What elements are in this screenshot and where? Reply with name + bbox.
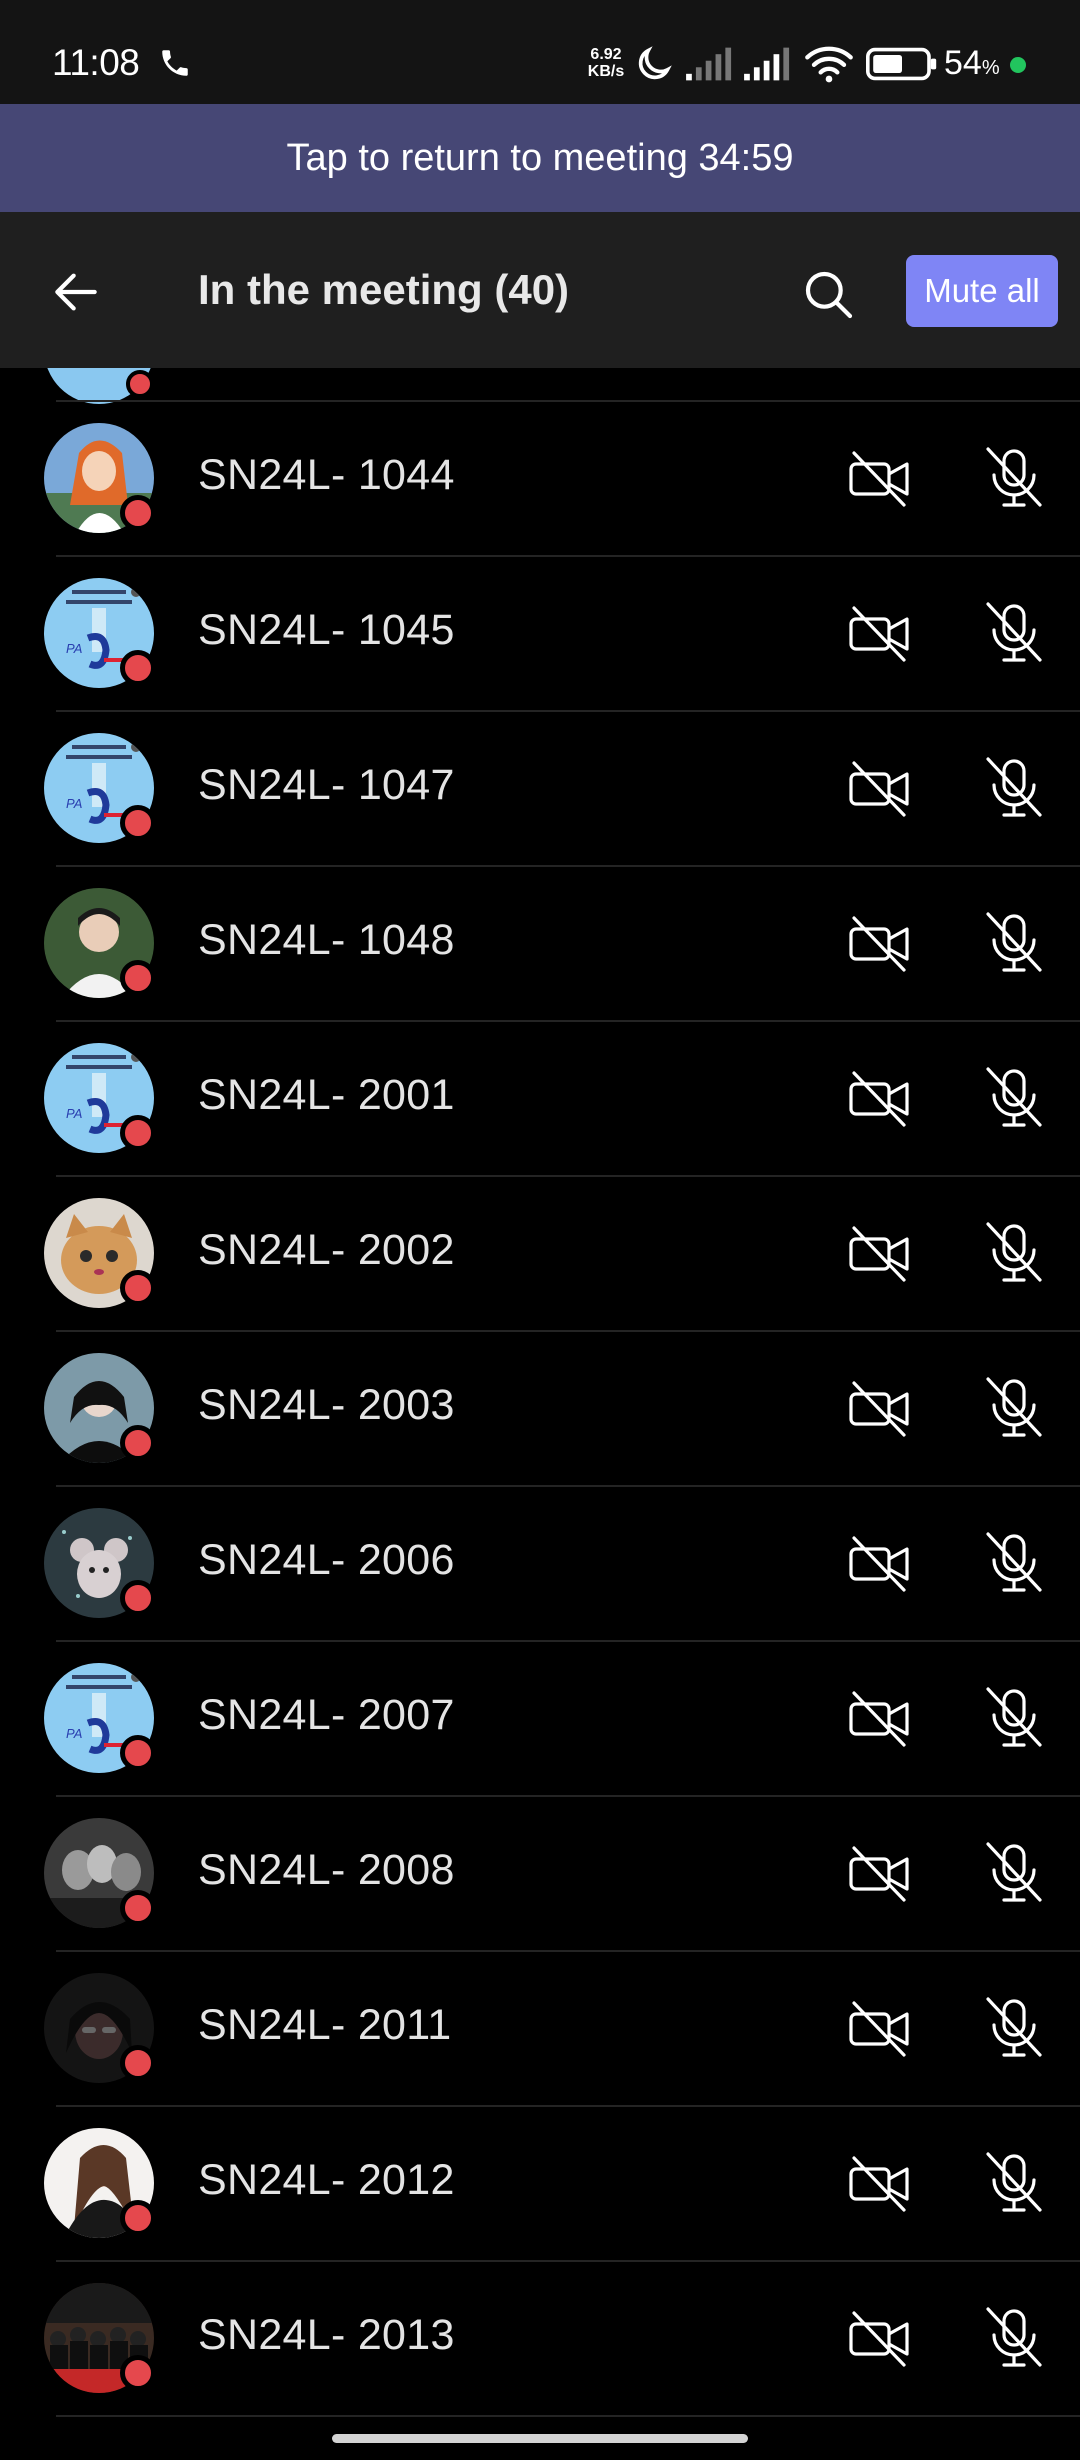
participant-row[interactable]: PA SN24L- 1045 [0, 556, 1080, 711]
camera-off-icon [848, 2309, 912, 2369]
svg-text:PA: PA [66, 796, 82, 811]
participant-name: SN24L- 1047 [198, 761, 455, 809]
camera-off-icon [848, 449, 912, 509]
battery-icon [866, 47, 937, 81]
mute-all-button[interactable]: Mute all [906, 255, 1058, 327]
participant-row[interactable]: SN24L- 2003 [0, 1331, 1080, 1486]
presence-busy-icon [120, 650, 156, 686]
signal-icon [686, 47, 732, 81]
presence-busy-icon [120, 1580, 156, 1616]
participant-row[interactable]: SN24L- 1048 [0, 866, 1080, 1021]
home-indicator[interactable] [332, 2434, 748, 2443]
presence-busy-icon [120, 2045, 156, 2081]
presence-busy-icon [120, 805, 156, 841]
camera-off-icon [848, 759, 912, 819]
participant-name: SN24L- 2012 [198, 2156, 455, 2204]
participant-row[interactable]: PA SN24L- 2007 [0, 1641, 1080, 1796]
participant-name: SN24L- 2011 [198, 2001, 452, 2049]
participant-name: SN24L- 2001 [198, 1071, 455, 1119]
mic-off-icon [982, 600, 1046, 664]
svg-text:PA: PA [66, 1726, 82, 1741]
participant-row[interactable]: SN24L- 2002 [0, 1176, 1080, 1331]
mic-off-icon [982, 1065, 1046, 1129]
participant-row[interactable]: SN24L- 2008 [0, 1796, 1080, 1951]
camera-off-icon [848, 1999, 912, 2059]
presence-busy-icon [120, 1735, 156, 1771]
search-icon [805, 271, 853, 319]
participant-name: SN24L- 2008 [198, 1846, 455, 1894]
back-arrow-icon [55, 273, 97, 311]
presence-busy-icon [120, 2355, 156, 2391]
network-speed: 6.92 KB/s [587, 46, 625, 80]
camera-off-icon [848, 1224, 912, 1284]
status-time: 11:08 [52, 42, 140, 83]
participant-row[interactable]: SN24L- 2012 [0, 2106, 1080, 2261]
participant-name: SN24L- 2006 [198, 1536, 455, 1584]
partial-list-item [0, 368, 1080, 404]
presence-busy-icon [120, 2200, 156, 2236]
list-divider [56, 2415, 1080, 2417]
participant-row[interactable]: PA SN24L- 2001 [0, 1021, 1080, 1176]
mic-off-icon [982, 1995, 1046, 2059]
mic-off-icon [982, 1220, 1046, 1284]
mic-off-icon [982, 1530, 1046, 1594]
camera-off-icon [848, 2154, 912, 2214]
mic-off-icon [982, 1375, 1046, 1439]
camera-off-icon [848, 1379, 912, 1439]
mic-off-icon [982, 1685, 1046, 1749]
header: In the meeting (40) Mute all [0, 212, 1080, 368]
camera-off-icon [848, 1534, 912, 1594]
phone-icon [162, 50, 188, 76]
presence-busy-icon [120, 1425, 156, 1461]
participant-name: SN24L- 2013 [198, 2311, 455, 2359]
svg-text:PA: PA [66, 641, 82, 656]
camera-off-icon [848, 1689, 912, 1749]
battery-percent: 54% [944, 44, 1000, 82]
mic-off-icon [982, 445, 1046, 509]
participant-row[interactable]: SN24L- 1044 [0, 401, 1080, 556]
privacy-indicator-dot [1010, 57, 1026, 73]
participant-name: SN24L- 2002 [198, 1226, 455, 1274]
participant-name: SN24L- 1044 [198, 451, 455, 499]
participant-row[interactable]: PA SN24L- 1047 [0, 711, 1080, 866]
presence-busy-icon [120, 1115, 156, 1151]
participant-row[interactable]: SN24L- 2006 [0, 1486, 1080, 1641]
mic-off-icon [982, 1840, 1046, 1904]
svg-text:PA: PA [66, 1106, 82, 1121]
search-button[interactable] [794, 260, 864, 330]
status-bar: 11:08 6.92 KB/s 54% [0, 0, 1080, 104]
mic-off-icon [982, 2150, 1046, 2214]
mic-off-icon [982, 910, 1046, 974]
participant-row[interactable]: SN24L- 2011 [0, 1951, 1080, 2106]
presence-busy-icon [126, 370, 154, 398]
participant-name: SN24L- 1045 [198, 606, 455, 654]
camera-off-icon [848, 914, 912, 974]
presence-busy-icon [120, 960, 156, 996]
moon-icon [638, 46, 672, 80]
camera-off-icon [848, 1844, 912, 1904]
back-button[interactable] [40, 256, 112, 328]
camera-off-icon [848, 1069, 912, 1129]
page-title: In the meeting (40) [198, 266, 570, 313]
camera-off-icon [848, 604, 912, 664]
wifi-icon [805, 46, 853, 83]
presence-busy-icon [120, 495, 156, 531]
return-to-meeting-banner[interactable]: Tap to return to meeting 34:59 [0, 104, 1080, 212]
participant-name: SN24L- 2003 [198, 1381, 455, 1429]
participant-name: SN24L- 2007 [198, 1691, 455, 1739]
participant-row[interactable]: SN24L- 2013 [0, 2261, 1080, 2416]
mic-off-icon [982, 755, 1046, 819]
participant-list[interactable]: SN24L- 1044 PA SN24L- 1045 PA SN24L- 1047 SN2… [0, 368, 1080, 2460]
signal-icon [744, 47, 790, 81]
presence-busy-icon [120, 1890, 156, 1926]
participant-name: SN24L- 1048 [198, 916, 455, 964]
presence-busy-icon [120, 1270, 156, 1306]
mic-off-icon [982, 2305, 1046, 2369]
